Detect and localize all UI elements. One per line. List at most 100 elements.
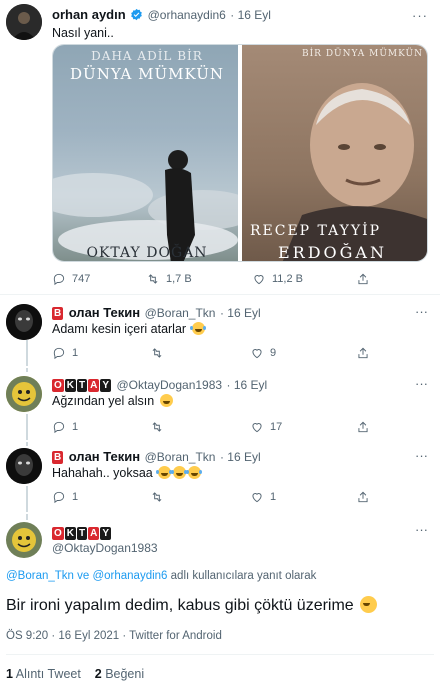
retweet-icon bbox=[152, 348, 162, 358]
heart-icon bbox=[252, 349, 262, 359]
name-badge: B bbox=[52, 307, 64, 320]
share-button[interactable] bbox=[356, 488, 370, 506]
share-button[interactable] bbox=[356, 344, 370, 362]
name-badge: K bbox=[64, 379, 77, 392]
name-badge: T bbox=[77, 379, 88, 392]
share-icon bbox=[358, 273, 368, 285]
display-name[interactable]: олан Текин bbox=[69, 305, 140, 320]
like-count: 9 bbox=[270, 347, 277, 359]
share-icon bbox=[358, 347, 368, 359]
book-cover-left[interactable]: DAHA ADİL BİR DÜNYA MÜMKÜN OKTAY DOĞAN bbox=[53, 45, 239, 261]
reply-button[interactable]: 1 bbox=[52, 418, 78, 436]
retweet-icon bbox=[152, 422, 162, 432]
share-button[interactable] bbox=[356, 418, 370, 436]
reply-tweet[interactable]: OKTAY @OktayDogan1983 · 16 Eyl ··· Ağzın… bbox=[0, 368, 440, 440]
heart-icon bbox=[254, 275, 264, 285]
tweet-meta[interactable]: ÖS 9:20 · 16 Eyl 2021 · Twitter for Andr… bbox=[6, 630, 222, 642]
likes-link[interactable]: 2 Beğeni bbox=[95, 667, 144, 681]
reply-count: 1 bbox=[72, 491, 79, 503]
like-count: 11,2 B bbox=[272, 273, 303, 285]
book-title-right: BİR DÜNYA MÜMKÜN bbox=[302, 49, 423, 59]
like-button[interactable]: 9 bbox=[250, 344, 276, 362]
reply-button[interactable]: 747 bbox=[52, 270, 90, 288]
tweet-actions: 747 1,7 B 11,2 B bbox=[0, 270, 440, 288]
avatar[interactable] bbox=[6, 376, 42, 412]
avatar[interactable] bbox=[6, 304, 42, 340]
retweet-count: 1,7 B bbox=[166, 273, 192, 285]
reply-count: 747 bbox=[72, 273, 91, 285]
reply-count: 1 bbox=[72, 421, 79, 433]
main-tweet[interactable]: orhan aydın @orhanaydin6 · 16 Eyl ··· Na… bbox=[0, 0, 440, 296]
timestamp[interactable]: · 16 Eyl bbox=[220, 306, 261, 320]
like-button[interactable]: 1 bbox=[250, 488, 276, 506]
book-author-right-2: ERDOĞAN bbox=[277, 243, 387, 261]
tweet-text: Bir ironi yapalım dedim, kabus gibi çökt… bbox=[6, 597, 354, 614]
tweet-text: Nasıl yani.. bbox=[52, 26, 114, 40]
tweet-media[interactable]: DAHA ADİL BİR DÜNYA MÜMKÜN OKTAY DOĞAN B… bbox=[52, 44, 428, 262]
share-button[interactable] bbox=[356, 270, 370, 288]
name-badge: T bbox=[77, 527, 88, 540]
like-button[interactable]: 17 bbox=[250, 418, 282, 436]
more-options-icon[interactable]: ··· bbox=[412, 8, 428, 23]
avatar[interactable] bbox=[6, 4, 42, 40]
handle[interactable]: @OktayDogan1983 bbox=[116, 378, 222, 392]
reply-icon bbox=[53, 347, 65, 360]
reply-tweet[interactable]: B олан Текин @Boran_Tkn · 16 Eyl ··· Ada… bbox=[0, 296, 440, 366]
name-badge: O bbox=[52, 527, 64, 540]
timestamp[interactable]: · 16 Eyl bbox=[230, 8, 271, 22]
laughing-emoji-icon bbox=[156, 466, 172, 479]
display-name[interactable]: orhan aydın bbox=[52, 7, 126, 22]
name-badge: B bbox=[52, 451, 64, 464]
retweet-button[interactable]: 1,7 B bbox=[146, 270, 192, 288]
avatar[interactable] bbox=[6, 448, 42, 484]
reply-icon bbox=[53, 491, 65, 504]
more-options-icon[interactable]: ··· bbox=[415, 522, 428, 537]
reply-button[interactable]: 1 bbox=[52, 488, 78, 506]
timestamp[interactable]: · 16 Eyl bbox=[220, 450, 261, 464]
retweet-button[interactable] bbox=[150, 344, 164, 362]
tweet-text: Adamı kesin içeri atarlar bbox=[52, 322, 187, 336]
reply-count: 1 bbox=[72, 347, 79, 359]
heart-icon bbox=[252, 493, 262, 503]
share-icon bbox=[358, 491, 368, 503]
like-count: 2 bbox=[94, 667, 102, 681]
name-badge: K bbox=[64, 527, 77, 540]
laughing-emoji-icon bbox=[189, 322, 205, 335]
heart-icon bbox=[252, 423, 262, 433]
name-badges[interactable]: OKTAY bbox=[52, 524, 112, 542]
timestamp[interactable]: · 16 Eyl bbox=[227, 378, 268, 392]
replying-to-label: adlı kullanıcılara yanıt olarak bbox=[167, 570, 317, 582]
laughing-emoji-icon bbox=[186, 466, 202, 479]
grinning-emoji-icon bbox=[159, 394, 173, 407]
more-options-icon[interactable]: ··· bbox=[415, 376, 428, 391]
avatar[interactable] bbox=[6, 522, 42, 558]
name-badge: Y bbox=[100, 379, 112, 392]
name-badge: O bbox=[52, 379, 64, 392]
name-badge: Y bbox=[100, 527, 112, 540]
handle[interactable]: @OktayDogan1983 bbox=[52, 541, 158, 555]
share-icon bbox=[358, 421, 368, 433]
reply-button[interactable]: 1 bbox=[52, 344, 78, 362]
handle[interactable]: @Boran_Tkn bbox=[145, 450, 216, 464]
name-badges[interactable]: OKTAY bbox=[52, 376, 116, 393]
like-label: Beğeni bbox=[105, 667, 145, 681]
retweet-icon bbox=[148, 274, 158, 284]
quote-tweets-link[interactable]: 1 Alıntı Tweet bbox=[6, 667, 84, 681]
book-title-left-1: DAHA ADİL BİR bbox=[91, 49, 203, 63]
book-cover-right[interactable]: BİR DÜNYA MÜMKÜN RECEP TAYYİP ERDOĞAN bbox=[241, 45, 427, 261]
more-options-icon[interactable]: ··· bbox=[415, 448, 428, 463]
reply-tweet[interactable]: B олан Текин @Boran_Tkn · 16 Eyl ··· Hah… bbox=[0, 442, 440, 512]
tweet-text: Ağzından yel alsın bbox=[52, 394, 155, 408]
like-count: 17 bbox=[270, 421, 283, 433]
handle[interactable]: @Boran_Tkn bbox=[145, 306, 216, 320]
more-options-icon[interactable]: ··· bbox=[415, 304, 428, 319]
retweet-icon bbox=[152, 492, 162, 502]
handle[interactable]: @orhanaydin6 bbox=[148, 8, 226, 22]
focus-tweet: OKTAY @OktayDogan1983 ··· @Boran_Tkn ve … bbox=[0, 514, 440, 690]
retweet-button[interactable] bbox=[150, 418, 164, 436]
reply-icon bbox=[53, 421, 65, 434]
like-button[interactable]: 11,2 B bbox=[252, 270, 303, 288]
retweet-button[interactable] bbox=[150, 488, 164, 506]
display-name[interactable]: олан Текин bbox=[69, 449, 140, 464]
replying-to-mentions[interactable]: @Boran_Tkn ve @orhanaydin6 bbox=[6, 570, 167, 582]
